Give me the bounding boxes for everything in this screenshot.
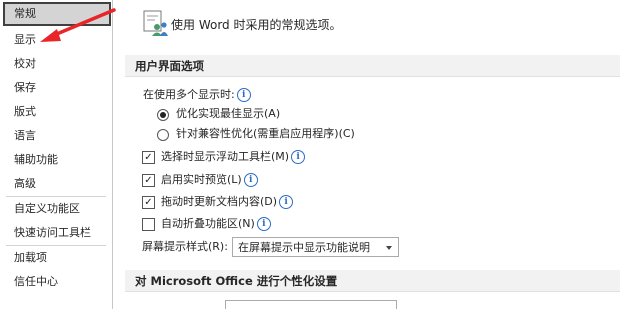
- checkbox-update-while-dragging[interactable]: ✓: [142, 196, 155, 209]
- multi-display-label: 在使用多个显示时: i: [143, 88, 251, 102]
- checkbox-collapse-ribbon[interactable]: [142, 218, 155, 231]
- info-icon[interactable]: i: [256, 217, 271, 231]
- tooltip-style-select[interactable]: 在屏幕提示中显示功能说明: [232, 237, 399, 257]
- sidebar-item-accessibility[interactable]: 辅助功能: [0, 149, 110, 171]
- update-while-dragging-label[interactable]: 拖动时更新文档内容(D): [161, 195, 277, 208]
- multi-display-label-text: 在使用多个显示时:: [143, 88, 235, 101]
- sidebar-divider: [6, 196, 106, 197]
- sidebar-item-display[interactable]: 显示: [0, 29, 110, 51]
- info-icon[interactable]: i: [279, 195, 294, 209]
- intro-text: 使用 Word 时采用的常规选项。: [171, 18, 342, 32]
- sidebar-item-save[interactable]: 保存: [0, 77, 110, 99]
- radio-best-display[interactable]: [157, 109, 169, 121]
- live-preview-option: 启用实时预览(L) i: [161, 173, 258, 187]
- tooltip-style-label: 屏幕提示样式(R):: [142, 240, 228, 253]
- live-preview-label[interactable]: 启用实时预览(L): [161, 173, 242, 186]
- tooltip-style-value: 在屏幕提示中显示功能说明: [238, 241, 370, 254]
- collapse-ribbon-label[interactable]: 自动折叠功能区(N): [161, 217, 255, 230]
- radio-compatibility-label[interactable]: 针对兼容性优化(需重启应用程序)(C): [176, 127, 355, 141]
- sidebar-item-typography[interactable]: 版式: [0, 101, 110, 123]
- sidebar-item-customize-ribbon[interactable]: 自定义功能区: [0, 198, 110, 220]
- radio-best-display-label[interactable]: 优化实现最佳显示(A): [176, 107, 280, 121]
- ui-options-section-header: 用户界面选项: [125, 55, 620, 77]
- sidebar-item-trust-center[interactable]: 信任中心: [0, 271, 110, 293]
- checkbox-live-preview[interactable]: ✓: [142, 174, 155, 187]
- options-main-panel: 使用 Word 时采用的常规选项。 用户界面选项 在使用多个显示时: i 优化实现…: [113, 0, 620, 309]
- sidebar-item-language[interactable]: 语言: [0, 125, 110, 147]
- office-personalize-section-header: 对 Microsoft Office 进行个性化设置: [125, 270, 620, 292]
- mini-toolbar-option: 选择时显示浮动工具栏(M) i: [161, 150, 306, 164]
- user-name-field[interactable]: [225, 300, 397, 309]
- update-while-dragging-option: 拖动时更新文档内容(D) i: [161, 195, 294, 209]
- mini-toolbar-label[interactable]: 选择时显示浮动工具栏(M): [161, 150, 289, 163]
- info-icon[interactable]: i: [236, 88, 251, 102]
- sidebar-item-add-ins[interactable]: 加载项: [0, 247, 110, 269]
- chevron-down-icon: [386, 246, 392, 250]
- general-options-icon: [143, 10, 168, 36]
- sidebar-divider: [6, 245, 106, 246]
- sidebar-item-quick-access-toolbar[interactable]: 快速访问工具栏: [0, 222, 110, 244]
- options-sidebar: 常规 显示 校对 保存 版式 语言 辅助功能 高级 自定义功能区 快速访问工具栏…: [0, 0, 113, 309]
- info-icon[interactable]: i: [291, 150, 306, 164]
- sidebar-item-advanced[interactable]: 高级: [0, 173, 110, 195]
- info-icon[interactable]: i: [243, 173, 258, 187]
- sidebar-item-proofing[interactable]: 校对: [0, 53, 110, 75]
- sidebar-item-general[interactable]: 常规: [3, 2, 111, 26]
- radio-compatibility[interactable]: [157, 129, 169, 141]
- word-options-window: 常规 显示 校对 保存 版式 语言 辅助功能 高级 自定义功能区 快速访问工具栏…: [0, 0, 620, 309]
- collapse-ribbon-option: 自动折叠功能区(N) i: [161, 217, 271, 231]
- checkbox-mini-toolbar[interactable]: ✓: [142, 151, 155, 164]
